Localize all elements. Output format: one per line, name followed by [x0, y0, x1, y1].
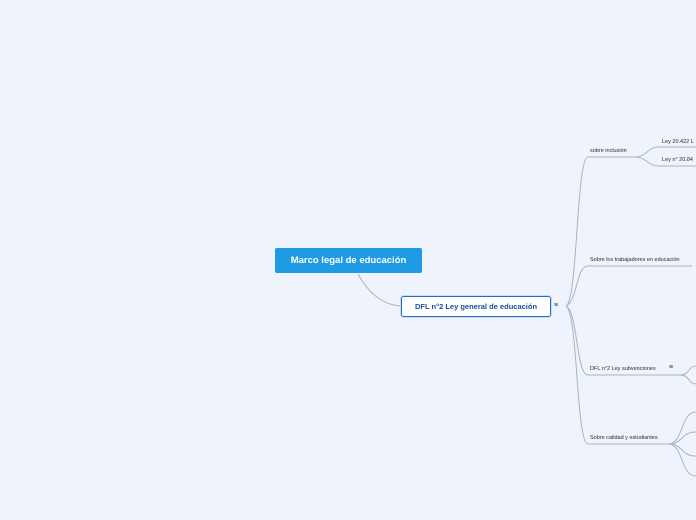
topic-calidad[interactable]: Sobre calidad y estudiantes	[590, 434, 658, 442]
connector-root-main	[357, 273, 402, 307]
subtopic-ley-20422[interactable]: Ley 20.422 L	[662, 138, 694, 146]
connector-main-trabajadores	[565, 265, 692, 307]
connector-calidad-out4	[667, 443, 696, 477]
connector-subvenciones-out2	[679, 374, 696, 385]
topic-trabajadores[interactable]: Sobre los trabajadores en educación	[590, 256, 680, 264]
connector-subvenciones-out	[679, 365, 696, 376]
subtopic-ley-2084[interactable]: Ley n° 20.84	[662, 156, 693, 164]
mind-map-canvas: Marco legal de educación DFL n°2 Ley gen…	[0, 0, 696, 520]
notes-icon[interactable]: ≡	[669, 364, 673, 372]
topic-inclusion[interactable]: sobre inclusión	[590, 147, 627, 155]
main-topic[interactable]: DFL n°2 Ley general de educación	[401, 296, 551, 317]
topic-subvenciones[interactable]: DFL n°2 Ley subvenciones	[590, 365, 656, 373]
root-topic[interactable]: Marco legal de educación	[275, 248, 422, 273]
connector-calidad-out1	[667, 411, 696, 445]
connector-calidad-out2	[667, 431, 696, 445]
connector-calidad-out3	[667, 443, 696, 457]
connector-main-inclusion	[565, 156, 634, 307]
notes-icon[interactable]: ≡	[554, 302, 558, 310]
